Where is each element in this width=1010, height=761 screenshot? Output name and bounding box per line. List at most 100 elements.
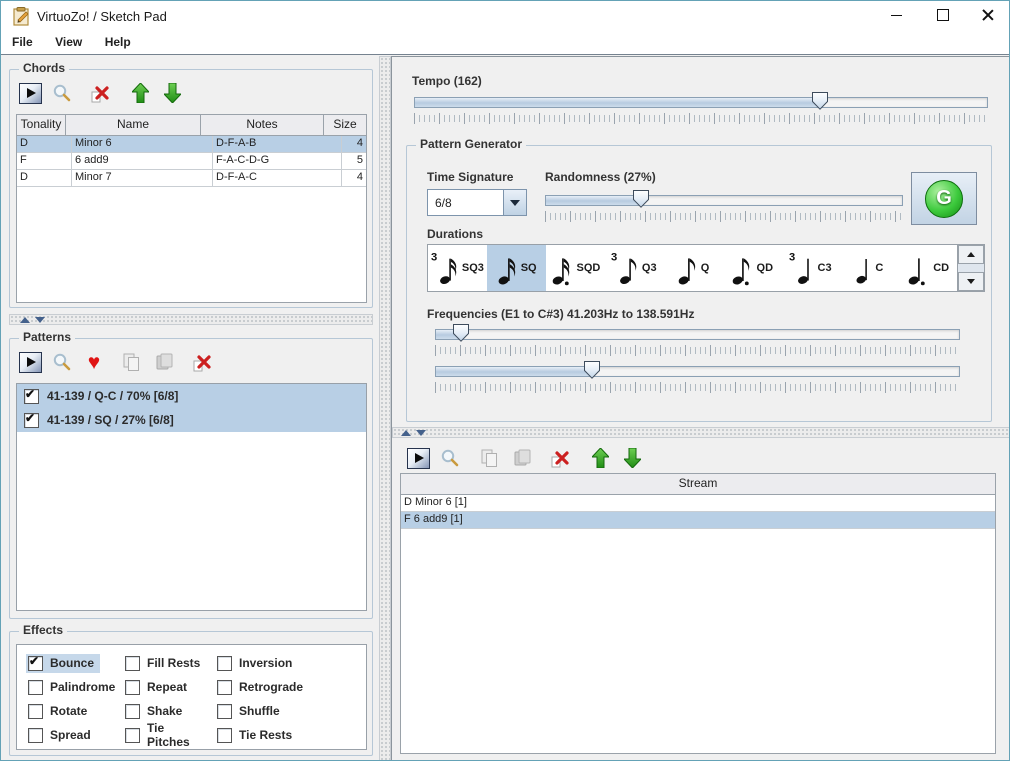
move-up-button[interactable] xyxy=(128,82,152,104)
menu-view[interactable]: View xyxy=(46,31,91,49)
scroll-down-button[interactable] xyxy=(958,272,984,291)
frequency-low-track[interactable] xyxy=(435,329,960,340)
table-row[interactable]: D Minor 6 [1] xyxy=(401,495,995,512)
table-row[interactable]: D Minor 7 D-F-A-C 4 xyxy=(17,170,366,187)
duration-item[interactable]: QD xyxy=(722,245,781,291)
randomness-slider[interactable] xyxy=(545,190,901,208)
combo-dropdown-button[interactable] xyxy=(503,190,526,215)
column-notes[interactable]: Notes xyxy=(201,115,324,135)
maximize-button[interactable] xyxy=(926,3,960,27)
time-signature-combo[interactable]: 6/8 xyxy=(427,189,527,216)
effect-checkbox[interactable] xyxy=(125,680,140,695)
effect-option[interactable]: Rotate xyxy=(26,699,123,723)
search-button[interactable] xyxy=(438,447,462,469)
generate-button[interactable]: G xyxy=(911,172,977,225)
effect-option[interactable]: Tie Rests xyxy=(215,723,366,747)
frequency-high-track[interactable] xyxy=(435,366,960,377)
move-up-button[interactable] xyxy=(588,447,612,469)
effect-checkbox[interactable] xyxy=(28,680,43,695)
duration-item[interactable]: 3 SQ3 xyxy=(428,245,487,291)
splitter-collapse-up-icon[interactable] xyxy=(20,317,30,323)
table-row[interactable]: F 6 add9 F-A-C-D-G 5 xyxy=(17,153,366,170)
duration-item[interactable]: 3 C3 xyxy=(781,245,840,291)
duration-item[interactable]: CD xyxy=(898,245,957,291)
effect-option[interactable]: Repeat xyxy=(123,675,215,699)
tempo-thumb[interactable] xyxy=(812,92,828,110)
duration-item[interactable]: C xyxy=(839,245,898,291)
right-splitter[interactable] xyxy=(392,427,1010,438)
effect-option[interactable]: Spread xyxy=(26,723,123,747)
paste-button[interactable] xyxy=(510,447,534,469)
play-button[interactable] xyxy=(18,351,42,373)
effect-option[interactable]: Palindrome xyxy=(26,675,123,699)
favorite-button[interactable]: ♥ xyxy=(82,351,106,373)
effect-checkbox[interactable] xyxy=(28,656,43,671)
duration-code: C3 xyxy=(818,262,832,274)
column-name[interactable]: Name xyxy=(66,115,201,135)
table-row[interactable]: F 6 add9 [1] xyxy=(401,512,995,529)
effect-checkbox[interactable] xyxy=(125,656,140,671)
durations-scrollbar[interactable] xyxy=(957,245,984,291)
pattern-checkbox[interactable] xyxy=(24,413,39,428)
splitter-collapse-down-icon[interactable] xyxy=(416,430,426,436)
column-tonality[interactable]: Tonality xyxy=(17,115,66,135)
effect-checkbox[interactable] xyxy=(28,704,43,719)
frequency-high-slider[interactable] xyxy=(435,361,958,379)
effect-checkbox[interactable] xyxy=(125,728,140,743)
randomness-track[interactable] xyxy=(545,195,903,206)
vertical-splitter[interactable] xyxy=(379,56,391,761)
column-size[interactable]: Size xyxy=(324,115,366,135)
table-row[interactable]: D Minor 6 D-F-A-B 4 xyxy=(17,136,366,153)
effect-option[interactable]: Tie Pitches xyxy=(123,723,215,747)
column-stream[interactable]: Stream xyxy=(401,474,995,494)
effect-checkbox[interactable] xyxy=(217,656,232,671)
close-button[interactable] xyxy=(971,3,1005,27)
search-button[interactable] xyxy=(50,351,74,373)
copy-button[interactable] xyxy=(120,351,144,373)
scroll-up-button[interactable] xyxy=(958,245,984,264)
search-button[interactable] xyxy=(50,82,74,104)
pattern-label: 41-139 / Q-C / 70% [6/8] xyxy=(47,389,178,403)
paste-button[interactable] xyxy=(152,351,176,373)
effect-option[interactable]: Inversion xyxy=(215,651,366,675)
effect-checkbox[interactable] xyxy=(125,704,140,719)
left-splitter[interactable] xyxy=(9,314,373,325)
move-down-button[interactable] xyxy=(620,447,644,469)
duration-item[interactable]: Q xyxy=(663,245,722,291)
duration-item[interactable]: 3 Q3 xyxy=(604,245,663,291)
arrow-up-icon xyxy=(592,448,609,468)
delete-button[interactable] xyxy=(548,447,572,469)
pattern-checkbox[interactable] xyxy=(24,389,39,404)
scroll-track[interactable] xyxy=(958,264,984,272)
effect-checkbox[interactable] xyxy=(217,704,232,719)
menu-file[interactable]: File xyxy=(3,31,42,49)
tempo-slider[interactable] xyxy=(414,92,986,110)
delete-button[interactable] xyxy=(190,351,214,373)
duration-item[interactable]: SQ xyxy=(487,245,546,291)
effect-checkbox[interactable] xyxy=(28,728,43,743)
effect-checkbox[interactable] xyxy=(217,680,232,695)
minimize-button[interactable] xyxy=(879,3,913,27)
frequency-low-slider[interactable] xyxy=(435,324,958,342)
duration-code: SQ3 xyxy=(462,262,484,274)
move-down-button[interactable] xyxy=(160,82,184,104)
delete-button[interactable] xyxy=(88,82,112,104)
pattern-list-item[interactable]: 41-139 / SQ / 27% [6/8] xyxy=(17,408,366,432)
frequency-low-thumb[interactable] xyxy=(453,324,469,342)
duration-item[interactable]: SQD xyxy=(546,245,605,291)
play-button[interactable] xyxy=(18,82,42,104)
copy-button[interactable] xyxy=(478,447,502,469)
effect-option[interactable]: Retrograde xyxy=(215,675,366,699)
effect-option[interactable]: Bounce xyxy=(26,651,123,675)
effect-checkbox[interactable] xyxy=(217,728,232,743)
splitter-collapse-down-icon[interactable] xyxy=(35,317,45,323)
menu-help[interactable]: Help xyxy=(96,31,140,49)
tempo-track[interactable] xyxy=(414,97,988,108)
play-button[interactable] xyxy=(406,447,430,469)
splitter-collapse-up-icon[interactable] xyxy=(401,430,411,436)
effect-option[interactable]: Fill Rests xyxy=(123,651,215,675)
effect-option[interactable]: Shuffle xyxy=(215,699,366,723)
pattern-list-item[interactable]: 41-139 / Q-C / 70% [6/8] xyxy=(17,384,366,408)
randomness-thumb[interactable] xyxy=(633,190,649,208)
frequency-high-thumb[interactable] xyxy=(584,361,600,379)
